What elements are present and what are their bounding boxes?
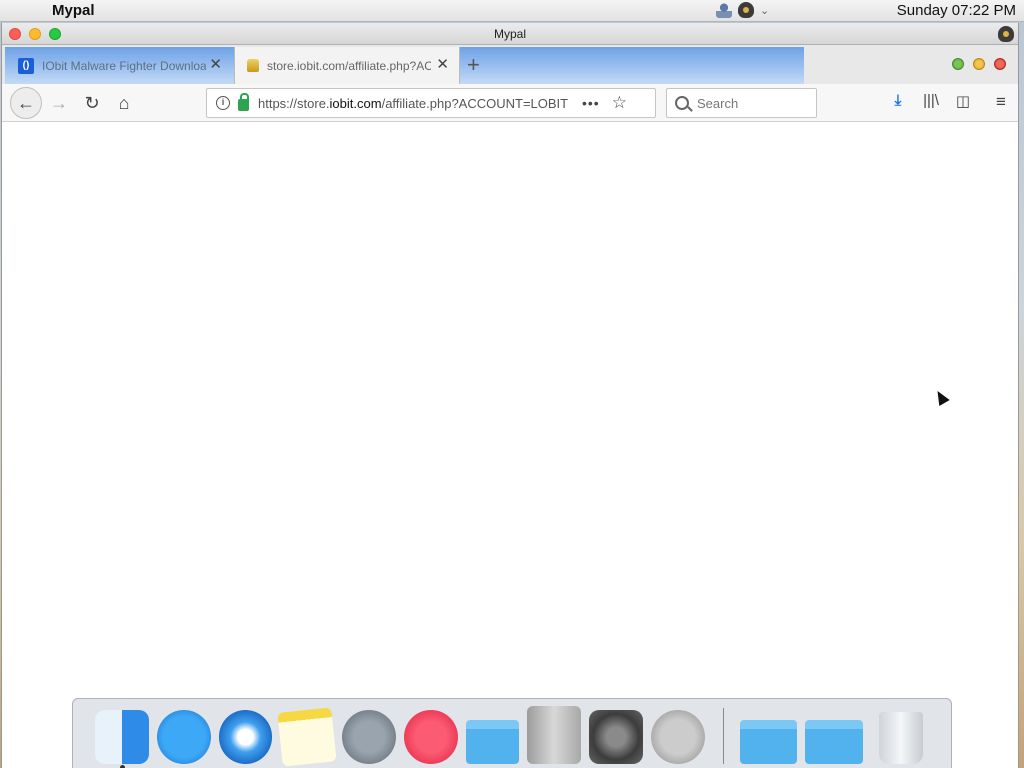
url-text[interactable]: https://store.iobit.com/affiliate.php?AC… xyxy=(258,96,570,111)
home-button[interactable]: ⌂ xyxy=(109,88,139,118)
page-content[interactable] xyxy=(2,123,1018,768)
mac-pro-icon[interactable] xyxy=(527,706,582,764)
menu-bar: Mypal ⌄ Sunday 07:22 PM xyxy=(0,0,1024,22)
info-icon[interactable]: i xyxy=(216,96,230,110)
itunes-icon[interactable] xyxy=(403,710,458,764)
menu-clock[interactable]: Sunday 07:22 PM xyxy=(897,2,1016,19)
eye-icon[interactable] xyxy=(738,2,754,18)
sidebar-toggle-icon[interactable]: ◫ xyxy=(953,92,973,112)
url-bar[interactable]: i https://store.iobit.com/affiliate.php?… xyxy=(206,88,656,118)
status-tray: ⌄ xyxy=(716,2,769,18)
lock-icon xyxy=(247,59,259,72)
iobit-icon: () xyxy=(18,57,34,74)
power-icon[interactable] xyxy=(650,710,705,764)
tab-iobit-download[interactable]: () IObit Malware Fighter Download ✕ xyxy=(8,47,232,84)
downloads-folder-icon[interactable] xyxy=(805,720,864,764)
zoom-button[interactable] xyxy=(952,58,964,70)
window-controls-right xyxy=(952,58,1006,70)
browser-window: Mypal () IObit Malware Fighter Download … xyxy=(1,23,1019,768)
tab-label: IObit Malware Fighter Download xyxy=(42,58,206,73)
url-domain: iobit.com xyxy=(329,95,382,111)
user-icon[interactable] xyxy=(716,2,732,18)
back-button[interactable]: ← xyxy=(10,87,42,119)
download-icon[interactable]: ⤓ xyxy=(888,92,908,112)
tab-label: store.iobit.com/affiliate.php?AC xyxy=(267,58,431,73)
app-menu-title[interactable]: Mypal xyxy=(52,2,95,19)
window-titlebar[interactable]: Mypal xyxy=(2,23,1018,45)
search-placeholder: Search xyxy=(697,95,739,111)
url-suffix: /affiliate.php?ACCOUNT=LOBIT xyxy=(381,95,569,111)
search-icon xyxy=(675,96,689,110)
dock xyxy=(72,698,952,768)
window-title: Mypal xyxy=(493,27,526,41)
tab-strip: () IObit Malware Fighter Download ✕ stor… xyxy=(2,45,1018,84)
bookmark-star-icon[interactable]: ☆ xyxy=(612,93,627,113)
notes-icon[interactable] xyxy=(277,707,337,767)
window-controls xyxy=(9,28,61,40)
reload-button[interactable]: ↻ xyxy=(77,88,107,118)
documents-folder-icon[interactable] xyxy=(739,720,798,764)
close-button[interactable] xyxy=(994,58,1006,70)
page-actions-icon[interactable]: ••• xyxy=(582,95,600,111)
secure-lock-icon[interactable] xyxy=(238,93,249,111)
tab-store-affiliate[interactable]: store.iobit.com/affiliate.php?AC ✕ xyxy=(234,47,460,84)
minimize-window-button[interactable] xyxy=(29,28,41,40)
new-tab-button[interactable]: + xyxy=(467,54,480,76)
safari-icon[interactable] xyxy=(218,710,273,764)
launchpad-icon[interactable] xyxy=(342,710,396,764)
app-store-icon[interactable] xyxy=(156,710,211,764)
applications-folder-icon[interactable] xyxy=(465,720,520,764)
url-prefix: https://store. xyxy=(258,95,330,111)
close-tab-icon[interactable]: ✕ xyxy=(436,57,449,73)
search-input[interactable]: Search xyxy=(666,88,817,118)
trash-icon[interactable] xyxy=(879,712,923,764)
chevron-down-icon[interactable]: ⌄ xyxy=(760,4,769,17)
navigation-toolbar: ← → ↻ ⌂ i https://store.iobit.com/affili… xyxy=(2,84,1018,122)
zoom-window-button[interactable] xyxy=(49,28,61,40)
tabs-area: () IObit Malware Fighter Download ✕ stor… xyxy=(5,47,804,84)
close-window-button[interactable] xyxy=(9,28,21,40)
hamburger-menu-icon[interactable]: ≡ xyxy=(991,92,1011,112)
finder-icon[interactable] xyxy=(95,710,149,768)
system-preferences-icon[interactable] xyxy=(589,710,643,764)
dock-separator xyxy=(722,708,724,764)
eye-icon xyxy=(998,26,1014,42)
forward-button[interactable]: → xyxy=(44,88,74,118)
minimize-button[interactable] xyxy=(973,58,985,70)
close-tab-icon[interactable]: ✕ xyxy=(209,57,222,73)
library-icon[interactable]: |||\ xyxy=(921,92,941,112)
